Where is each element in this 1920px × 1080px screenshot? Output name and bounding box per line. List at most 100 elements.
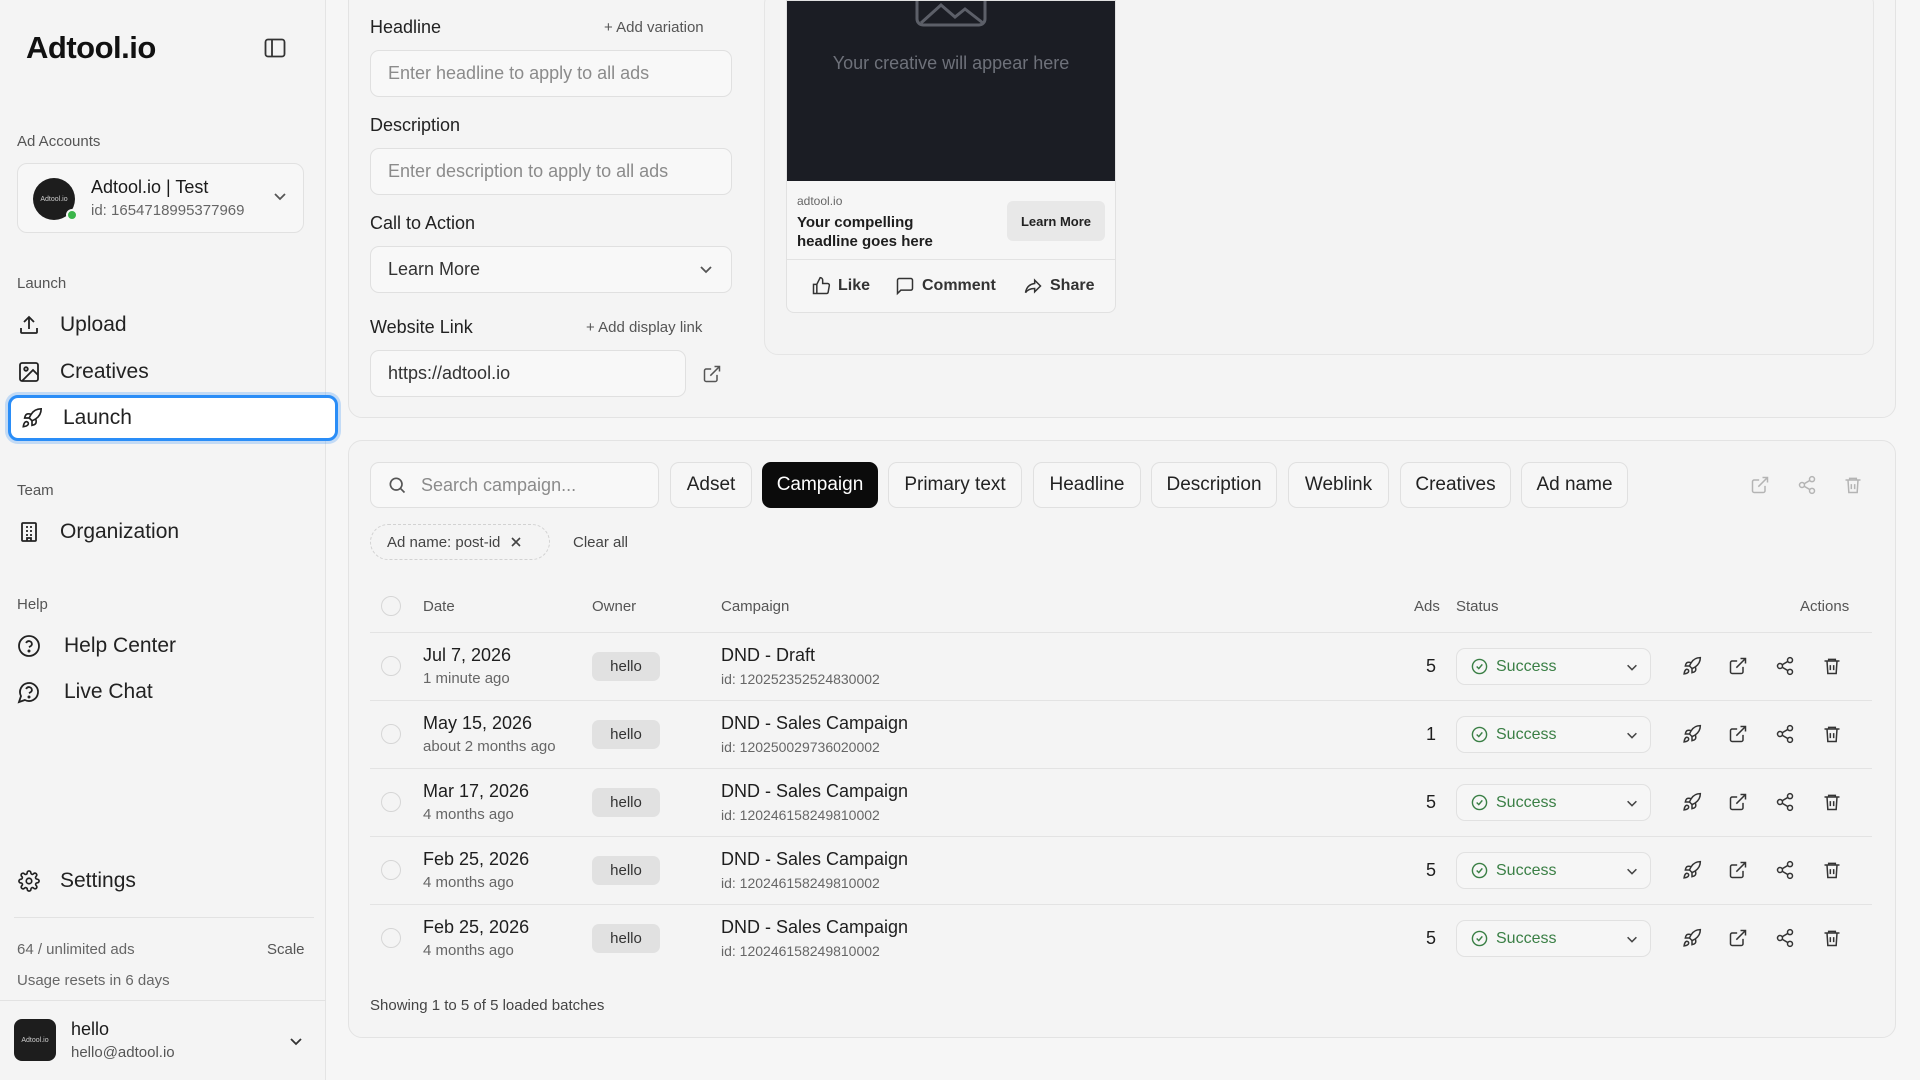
status-select[interactable]: Success bbox=[1456, 852, 1651, 889]
bulk-open-icon[interactable] bbox=[1750, 475, 1770, 500]
row-ads-count: 5 bbox=[1425, 792, 1436, 812]
usage-reset-text: Usage resets in 6 days bbox=[17, 972, 170, 989]
search-input[interactable]: Search campaign... bbox=[370, 462, 659, 508]
divider bbox=[370, 904, 1872, 905]
active-filter-pill[interactable]: Ad name: post-id bbox=[370, 524, 550, 560]
status-label: Success bbox=[1496, 725, 1557, 743]
row-checkbox[interactable] bbox=[381, 724, 401, 744]
sidebar-item-creatives[interactable]: Creatives bbox=[8, 349, 338, 395]
launch-rocket-icon[interactable] bbox=[1682, 860, 1702, 880]
user-avatar[interactable]: Adtool.io bbox=[14, 1019, 56, 1061]
status-select[interactable]: Success bbox=[1456, 716, 1651, 753]
chip-ad-name[interactable]: Ad name bbox=[1521, 462, 1628, 508]
open-external-icon[interactable] bbox=[1728, 656, 1748, 676]
status-select[interactable]: Success bbox=[1456, 784, 1651, 821]
status-select[interactable]: Success bbox=[1456, 648, 1651, 685]
row-relative-time: 4 months ago bbox=[423, 806, 514, 823]
building-icon bbox=[16, 519, 42, 545]
chip-description[interactable]: Description bbox=[1151, 462, 1277, 508]
row-checkbox[interactable] bbox=[381, 928, 401, 948]
row-checkbox[interactable] bbox=[381, 656, 401, 676]
row-ads-count: 1 bbox=[1425, 724, 1436, 744]
sidebar-item-settings[interactable]: Settings bbox=[8, 858, 338, 904]
add-display-link[interactable]: + Add display link bbox=[586, 319, 702, 336]
sidebar-item-label: Creatives bbox=[60, 360, 149, 383]
sidebar-item-label: Help Center bbox=[64, 634, 177, 657]
divider bbox=[370, 632, 1872, 633]
sidebar-item-help-center[interactable]: Help Center bbox=[8, 623, 338, 669]
divider bbox=[370, 768, 1872, 769]
comment-label: Comment bbox=[922, 277, 996, 294]
open-link-icon[interactable] bbox=[702, 364, 722, 389]
select-all-checkbox[interactable] bbox=[381, 596, 401, 616]
open-external-icon[interactable] bbox=[1728, 860, 1748, 880]
bulk-share-icon[interactable] bbox=[1797, 475, 1817, 500]
chip-primary-text[interactable]: Primary text bbox=[888, 462, 1022, 508]
open-external-icon[interactable] bbox=[1728, 724, 1748, 744]
pagination-summary: Showing 1 to 5 of 5 loaded batches bbox=[370, 997, 605, 1014]
delete-icon[interactable] bbox=[1822, 928, 1842, 948]
call-to-action-select[interactable]: Learn More bbox=[370, 246, 732, 293]
row-checkbox[interactable] bbox=[381, 860, 401, 880]
clear-all-filters-button[interactable]: Clear all bbox=[573, 534, 628, 551]
sidebar-toggle-icon[interactable] bbox=[264, 38, 288, 60]
sidebar-item-upload[interactable]: Upload bbox=[8, 302, 338, 348]
account-selector[interactable]: Adtool.io Adtool.io | Test id: 165471899… bbox=[17, 163, 304, 233]
sidebar-item-live-chat[interactable]: Live Chat bbox=[8, 669, 338, 715]
row-date: May 15, 2026 bbox=[423, 713, 533, 733]
description-input[interactable]: Enter description to apply to all ads bbox=[370, 148, 732, 195]
scale-link[interactable]: Scale bbox=[267, 941, 305, 958]
check-circle-icon bbox=[1471, 658, 1488, 675]
share-icon[interactable] bbox=[1775, 656, 1795, 676]
share-icon[interactable] bbox=[1775, 792, 1795, 812]
open-external-icon[interactable] bbox=[1728, 928, 1748, 948]
close-icon[interactable] bbox=[510, 536, 522, 548]
status-select[interactable]: Success bbox=[1456, 920, 1651, 957]
launch-rocket-icon[interactable] bbox=[1682, 792, 1702, 812]
open-external-icon[interactable] bbox=[1728, 792, 1748, 812]
row-campaign-name[interactable]: DND - Sales Campaign bbox=[721, 781, 908, 802]
website-link-input[interactable]: https://adtool.io bbox=[370, 350, 686, 397]
delete-icon[interactable] bbox=[1822, 860, 1842, 880]
sidebar-item-organization[interactable]: Organization bbox=[8, 509, 338, 555]
row-campaign-name[interactable]: DND - Draft bbox=[721, 645, 815, 666]
rocket-icon bbox=[19, 405, 45, 431]
row-campaign-name[interactable]: DND - Sales Campaign bbox=[721, 713, 908, 734]
ad-domain: adtool.io bbox=[797, 194, 843, 208]
chip-creatives[interactable]: Creatives bbox=[1400, 462, 1511, 508]
account-id: id: 1654718995377969 bbox=[91, 202, 245, 219]
share-icon[interactable] bbox=[1775, 928, 1795, 948]
sidebar: Adtool.io Ad Accounts Adtool.io Adtool.i… bbox=[0, 0, 338, 1080]
search-placeholder: Search campaign... bbox=[421, 474, 577, 495]
ad-cta-button: Learn More bbox=[1007, 201, 1105, 241]
bulk-delete-icon[interactable] bbox=[1843, 475, 1863, 500]
row-campaign-name[interactable]: DND - Sales Campaign bbox=[721, 917, 908, 938]
delete-icon[interactable] bbox=[1822, 656, 1842, 676]
row-checkbox[interactable] bbox=[381, 792, 401, 812]
delete-icon[interactable] bbox=[1822, 724, 1842, 744]
delete-icon[interactable] bbox=[1822, 792, 1842, 812]
app-logo[interactable]: Adtool.io bbox=[26, 30, 156, 66]
chip-headline[interactable]: Headline bbox=[1033, 462, 1141, 508]
row-relative-time: 4 months ago bbox=[423, 874, 514, 891]
website-link-label: Website Link bbox=[370, 317, 473, 337]
sidebar-item-launch[interactable]: Launch bbox=[8, 395, 338, 441]
launch-rocket-icon[interactable] bbox=[1682, 724, 1702, 744]
chevron-down-icon[interactable] bbox=[288, 1033, 304, 1054]
launch-rocket-icon[interactable] bbox=[1682, 656, 1702, 676]
chip-adset[interactable]: Adset bbox=[670, 462, 752, 508]
usage-count: 64 / unlimited ads bbox=[17, 941, 135, 958]
account-name: Adtool.io | Test bbox=[91, 177, 209, 197]
sidebar-item-label: Upload bbox=[60, 313, 127, 336]
launch-rocket-icon[interactable] bbox=[1682, 928, 1702, 948]
headline-input[interactable]: Enter headline to apply to all ads bbox=[370, 50, 732, 97]
share-icon[interactable] bbox=[1775, 860, 1795, 880]
share-icon[interactable] bbox=[1775, 724, 1795, 744]
column-header-owner: Owner bbox=[592, 598, 637, 615]
status-label: Success bbox=[1496, 929, 1557, 947]
row-campaign-name[interactable]: DND - Sales Campaign bbox=[721, 849, 908, 870]
chip-campaign[interactable]: Campaign bbox=[762, 462, 878, 508]
divider bbox=[787, 259, 1115, 260]
chip-weblink[interactable]: Weblink bbox=[1288, 462, 1389, 508]
add-variation-link[interactable]: + Add variation bbox=[604, 19, 704, 36]
